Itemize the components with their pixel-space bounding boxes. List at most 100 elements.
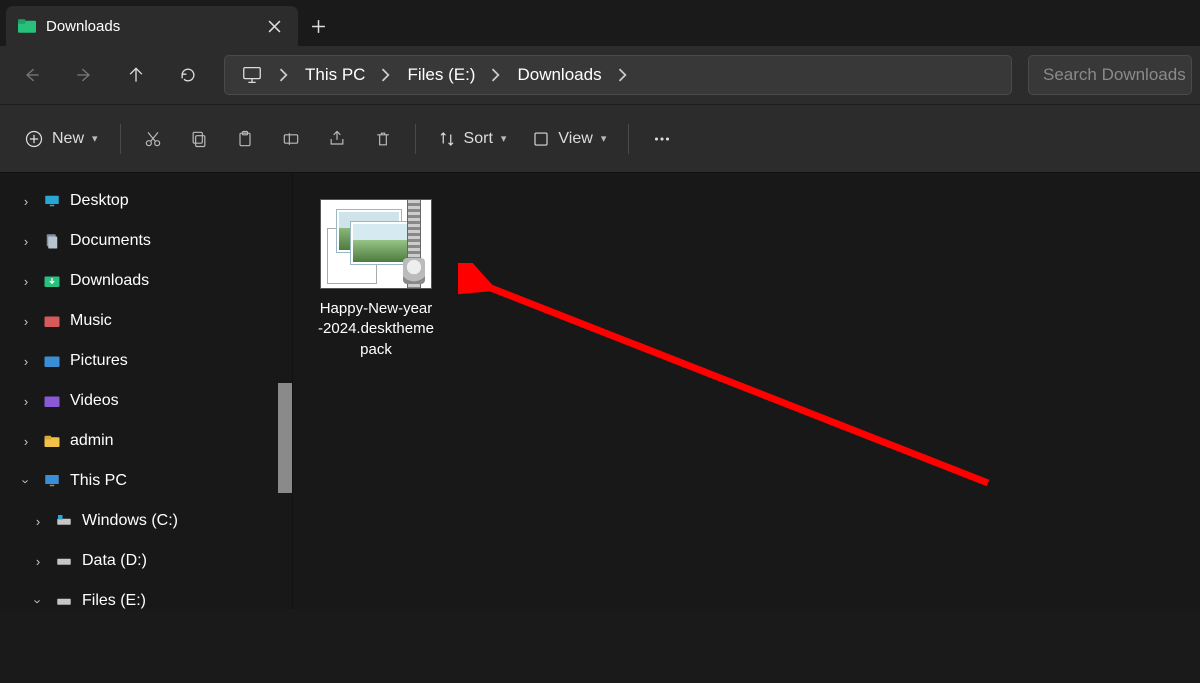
- file-thumbnail: [320, 199, 432, 289]
- drive-icon: [55, 512, 73, 530]
- new-button[interactable]: New ▾: [14, 119, 108, 159]
- view-button[interactable]: View ▾: [522, 119, 616, 159]
- sidebar-label: Desktop: [70, 192, 129, 210]
- chevron-right-icon[interactable]: ›: [30, 514, 46, 529]
- sidebar-label: Music: [70, 312, 112, 330]
- folder-icon: [18, 17, 36, 35]
- pc-icon[interactable]: [231, 56, 273, 94]
- sidebar-item-videos[interactable]: › Videos: [0, 381, 292, 421]
- sort-label: Sort: [464, 130, 493, 148]
- titlebar: Downloads: [0, 0, 1200, 46]
- chevron-down-icon[interactable]: ›: [31, 593, 46, 609]
- sidebar-item-pictures[interactable]: › Pictures: [0, 341, 292, 381]
- tab-downloads[interactable]: Downloads: [6, 6, 298, 46]
- clipboard-icon: [235, 129, 255, 149]
- nav-row: This PC Files (E:) Downloads Search Down…: [0, 46, 1200, 104]
- breadcrumb-this-pc[interactable]: This PC: [295, 56, 375, 94]
- chevron-right-icon[interactable]: [375, 56, 397, 94]
- downloads-icon: [43, 272, 61, 290]
- refresh-button[interactable]: [164, 55, 212, 95]
- chevron-right-icon[interactable]: ›: [18, 394, 34, 409]
- chevron-right-icon[interactable]: ›: [18, 274, 34, 289]
- new-tab-button[interactable]: [298, 6, 338, 46]
- breadcrumb-folder[interactable]: Downloads: [507, 56, 611, 94]
- paste-button[interactable]: [225, 119, 265, 159]
- sidebar-item-music[interactable]: › Music: [0, 301, 292, 341]
- sidebar-label: Documents: [70, 232, 151, 250]
- drive-icon: [55, 592, 73, 609]
- chevron-right-icon[interactable]: [612, 56, 634, 94]
- copy-icon: [189, 129, 209, 149]
- sidebar-item-this-pc[interactable]: › This PC: [0, 461, 292, 501]
- close-icon[interactable]: [260, 12, 288, 40]
- tab-title: Downloads: [46, 18, 250, 35]
- sidebar-label: Files (E:): [82, 592, 146, 609]
- drive-icon: [55, 552, 73, 570]
- up-button[interactable]: [112, 55, 160, 95]
- sort-button[interactable]: Sort ▾: [428, 119, 517, 159]
- desktop-icon: [43, 192, 61, 210]
- sidebar-label: This PC: [70, 472, 127, 490]
- file-name: Happy-New-year -2024.desktheme pack: [318, 299, 434, 360]
- back-button[interactable]: [8, 55, 56, 95]
- new-label: New: [52, 130, 84, 148]
- videos-icon: [43, 392, 61, 410]
- separator: [628, 124, 629, 154]
- file-item[interactable]: Happy-New-year -2024.desktheme pack: [319, 199, 433, 360]
- sort-icon: [438, 130, 456, 148]
- address-bar[interactable]: This PC Files (E:) Downloads: [224, 55, 1012, 95]
- chevron-right-icon[interactable]: ›: [18, 234, 34, 249]
- chevron-down-icon[interactable]: ›: [19, 473, 34, 489]
- chevron-down-icon: ▾: [501, 132, 507, 145]
- rename-icon: [281, 129, 301, 149]
- chevron-right-icon[interactable]: ›: [30, 554, 46, 569]
- sidebar-label: Data (D:): [82, 552, 147, 570]
- sidebar-item-desktop[interactable]: › Desktop: [0, 181, 292, 221]
- chevron-down-icon: ▾: [601, 132, 607, 145]
- pc-icon: [43, 472, 61, 490]
- chevron-right-icon[interactable]: [273, 56, 295, 94]
- view-icon: [532, 130, 550, 148]
- content-area[interactable]: Happy-New-year -2024.desktheme pack: [293, 173, 1200, 609]
- sidebar-item-data-d[interactable]: › Data (D:): [0, 541, 292, 581]
- separator: [415, 124, 416, 154]
- sidebar-item-documents[interactable]: › Documents: [0, 221, 292, 261]
- folder-icon: [43, 432, 61, 450]
- chevron-right-icon[interactable]: [485, 56, 507, 94]
- sidebar-label: Videos: [70, 392, 119, 410]
- documents-icon: [43, 232, 61, 250]
- sidebar-item-admin[interactable]: › admin: [0, 421, 292, 461]
- delete-button[interactable]: [363, 119, 403, 159]
- sidebar-item-files-e[interactable]: › Files (E:): [0, 581, 292, 609]
- sidebar-label: Downloads: [70, 272, 149, 290]
- sidebar-label: Windows (C:): [82, 512, 178, 530]
- breadcrumb-drive[interactable]: Files (E:): [397, 56, 485, 94]
- forward-button[interactable]: [60, 55, 108, 95]
- copy-button[interactable]: [179, 119, 219, 159]
- music-icon: [43, 312, 61, 330]
- nav-tree: › Desktop › Documents › Downloads › Musi…: [0, 173, 293, 609]
- annotation-arrow: [458, 263, 1158, 683]
- command-bar: New ▾ Sort ▾ View ▾: [0, 104, 1200, 172]
- chevron-right-icon[interactable]: ›: [18, 354, 34, 369]
- scissors-icon: [143, 129, 163, 149]
- ellipsis-icon: [651, 128, 673, 150]
- sidebar-item-downloads[interactable]: › Downloads: [0, 261, 292, 301]
- cut-button[interactable]: [133, 119, 173, 159]
- chevron-right-icon[interactable]: ›: [18, 314, 34, 329]
- sidebar-item-windows-c[interactable]: › Windows (C:): [0, 501, 292, 541]
- search-input[interactable]: Search Downloads: [1028, 55, 1192, 95]
- body: › Desktop › Documents › Downloads › Musi…: [0, 172, 1200, 609]
- pictures-icon: [43, 352, 61, 370]
- rename-button[interactable]: [271, 119, 311, 159]
- sidebar-label: admin: [70, 432, 114, 450]
- scrollbar-thumb[interactable]: [278, 383, 292, 493]
- plus-circle-icon: [24, 129, 44, 149]
- more-button[interactable]: [641, 119, 683, 159]
- view-label: View: [558, 130, 592, 148]
- chevron-right-icon[interactable]: ›: [18, 194, 34, 209]
- share-button[interactable]: [317, 119, 357, 159]
- trash-icon: [373, 129, 393, 149]
- chevron-right-icon[interactable]: ›: [18, 434, 34, 449]
- separator: [120, 124, 121, 154]
